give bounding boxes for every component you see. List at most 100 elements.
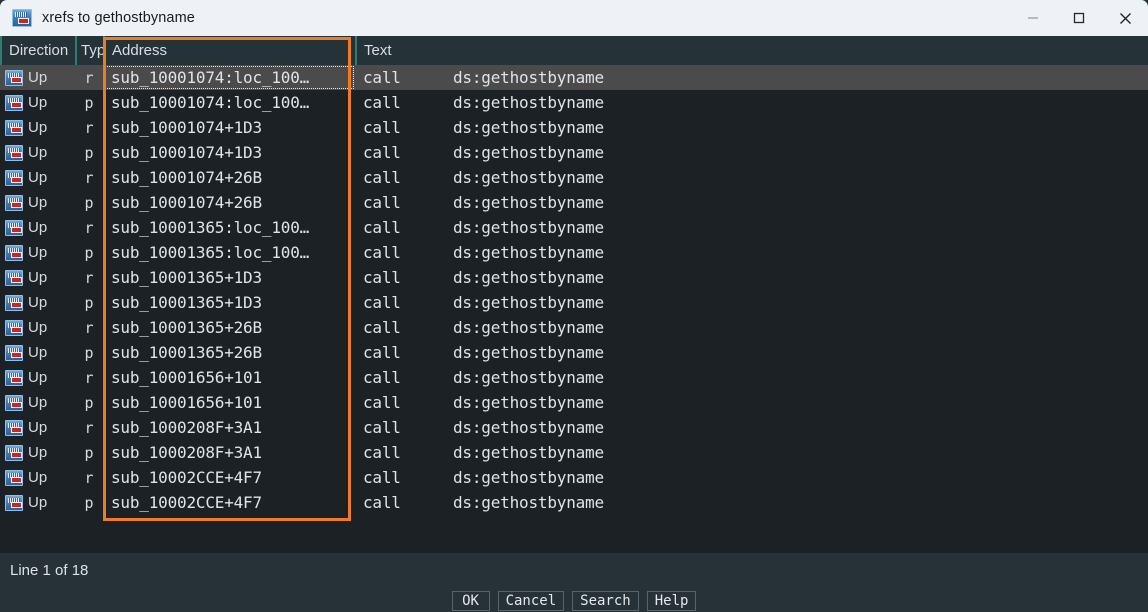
instruction-operand: ds:gethostbyname xyxy=(453,143,604,162)
xref-icon xyxy=(0,415,28,440)
table-row[interactable]: Up p sub_10001365+1D3 call ds:gethostbyname xyxy=(0,290,1148,315)
cancel-button[interactable]: Cancel xyxy=(497,591,565,611)
cell-address[interactable]: sub_10001074+26B xyxy=(103,165,355,190)
xref-icon xyxy=(0,190,28,215)
xref-icon xyxy=(0,215,28,240)
cell-text: call ds:gethostbyname xyxy=(355,190,1148,215)
table-row[interactable]: Up r sub_10001074:loc_100… call ds:gethostby… xyxy=(0,65,1148,90)
xref-icon xyxy=(0,65,28,90)
instruction-mnemonic: call xyxy=(363,68,401,87)
instruction-operand: ds:gethostbyname xyxy=(453,68,604,87)
cell-direction: Up xyxy=(28,469,48,486)
table-row[interactable]: Up r sub_10001365:loc_100… call ds:gethostby… xyxy=(0,215,1148,240)
instruction-operand: ds:gethostbyname xyxy=(453,443,604,462)
column-header-direction[interactable]: Direction xyxy=(0,36,75,65)
table-row[interactable]: Up p sub_10002CCE+4F7 call ds:gethostbyname xyxy=(0,490,1148,515)
table-row[interactable]: Up r sub_10002CCE+4F7 call ds:gethostbyname xyxy=(0,465,1148,490)
instruction-operand: ds:gethostbyname xyxy=(453,468,604,487)
cell-text: call ds:gethostbyname xyxy=(355,415,1148,440)
cell-address[interactable]: sub_10001074:loc_100… xyxy=(103,65,355,90)
search-button[interactable]: Search xyxy=(572,591,639,611)
instruction-operand: ds:gethostbyname xyxy=(453,293,604,312)
table-row[interactable]: Up p sub_10001365:loc_100… call ds:gethostby… xyxy=(0,240,1148,265)
xref-icon xyxy=(0,140,28,165)
close-button[interactable] xyxy=(1102,0,1148,36)
cell-text: call ds:gethostbyname xyxy=(355,365,1148,390)
cell-address[interactable]: sub_10002CCE+4F7 xyxy=(103,465,355,490)
cell-type: p xyxy=(84,443,94,462)
table-row[interactable]: Up p sub_10001365+26B call ds:gethostbyname xyxy=(0,340,1148,365)
instruction-mnemonic: call xyxy=(363,318,401,337)
ok-button[interactable]: OK xyxy=(451,591,490,611)
cell-direction: Up xyxy=(28,244,48,261)
minimize-icon xyxy=(1028,17,1038,19)
cell-address[interactable]: sub_10001074:loc_100… xyxy=(103,90,355,115)
column-header-address[interactable]: Address xyxy=(103,36,355,65)
instruction-operand: ds:gethostbyname xyxy=(453,193,604,212)
table-row[interactable]: Up r sub_1000208F+3A1 call ds:gethostbyname xyxy=(0,415,1148,440)
cell-direction: Up xyxy=(28,344,48,361)
table-row[interactable]: Up p sub_10001074:loc_100… call ds:gethostby… xyxy=(0,90,1148,115)
cell-address[interactable]: sub_10001074+26B xyxy=(103,190,355,215)
xref-icon xyxy=(0,115,28,140)
column-header-type[interactable]: Typ xyxy=(75,36,103,65)
column-header-text[interactable]: Text xyxy=(355,36,1148,65)
xref-icon xyxy=(0,315,28,340)
table-row[interactable]: Up r sub_10001074+1D3 call ds:gethostbyname xyxy=(0,115,1148,140)
cell-address[interactable]: sub_10002CCE+4F7 xyxy=(103,490,355,515)
maximize-icon xyxy=(1073,12,1085,24)
cell-address[interactable]: sub_1000208F+3A1 xyxy=(103,440,355,465)
cell-address[interactable]: sub_10001365:loc_100… xyxy=(103,240,355,265)
table-row[interactable]: Up p sub_10001656+101 call ds:gethostbyname xyxy=(0,390,1148,415)
cell-address[interactable]: sub_10001365+1D3 xyxy=(103,290,355,315)
cell-type: p xyxy=(84,343,94,362)
cell-text: call ds:gethostbyname xyxy=(355,65,1148,90)
table-row[interactable]: Up p sub_10001074+1D3 call ds:gethostbyname xyxy=(0,140,1148,165)
table-row[interactable]: Up p sub_10001074+26B call ds:gethostbyname xyxy=(0,190,1148,215)
instruction-operand: ds:gethostbyname xyxy=(453,93,604,112)
instruction-mnemonic: call xyxy=(363,168,401,187)
cell-address[interactable]: sub_10001365:loc_100… xyxy=(103,215,355,240)
cell-address[interactable]: sub_10001365+26B xyxy=(103,340,355,365)
cell-address[interactable]: sub_10001365+26B xyxy=(103,315,355,340)
instruction-mnemonic: call xyxy=(363,343,401,362)
cell-direction: Up xyxy=(28,144,48,161)
cell-address[interactable]: sub_10001074+1D3 xyxy=(103,140,355,165)
cell-type: r xyxy=(84,118,94,137)
table-row[interactable]: Up r sub_10001656+101 call ds:gethostbyname xyxy=(0,365,1148,390)
cell-address[interactable]: sub_1000208F+3A1 xyxy=(103,415,355,440)
cell-text: call ds:gethostbyname xyxy=(355,290,1148,315)
instruction-mnemonic: call xyxy=(363,93,401,112)
minimize-button[interactable] xyxy=(1010,0,1056,36)
table-row[interactable]: Up r sub_10001365+1D3 call ds:gethostbyname xyxy=(0,265,1148,290)
cell-direction: Up xyxy=(28,394,48,411)
instruction-operand: ds:gethostbyname xyxy=(453,343,604,362)
help-button[interactable]: Help xyxy=(646,591,697,611)
table-row[interactable]: Up r sub_10001365+26B call ds:gethostbyname xyxy=(0,315,1148,340)
instruction-mnemonic: call xyxy=(363,293,401,312)
cell-direction: Up xyxy=(28,94,48,111)
table-row[interactable]: Up r sub_10001074+26B call ds:gethostbyname xyxy=(0,165,1148,190)
cell-type: p xyxy=(84,193,94,212)
xref-list[interactable]: Up r sub_10001074:loc_100… call ds:gethostby… xyxy=(0,65,1148,553)
cell-address[interactable]: sub_10001656+101 xyxy=(103,390,355,415)
cell-address[interactable]: sub_10001365+1D3 xyxy=(103,265,355,290)
instruction-operand: ds:gethostbyname xyxy=(453,393,604,412)
cell-text: call ds:gethostbyname xyxy=(355,240,1148,265)
cell-type: p xyxy=(84,293,94,312)
cell-direction: Up xyxy=(28,169,48,186)
table-row[interactable]: Up p sub_1000208F+3A1 call ds:gethostbyname xyxy=(0,440,1148,465)
window-title: xrefs to gethostbyname xyxy=(42,10,195,26)
maximize-button[interactable] xyxy=(1056,0,1102,36)
instruction-mnemonic: call xyxy=(363,118,401,137)
cell-type: r xyxy=(84,218,94,237)
cell-address[interactable]: sub_10001074+1D3 xyxy=(103,115,355,140)
cell-direction: Up xyxy=(28,494,48,511)
instruction-mnemonic: call xyxy=(363,418,401,437)
cell-type: r xyxy=(84,368,94,387)
cell-address[interactable]: sub_10001656+101 xyxy=(103,365,355,390)
cell-type: p xyxy=(84,143,94,162)
instruction-mnemonic: call xyxy=(363,218,401,237)
instruction-mnemonic: call xyxy=(363,268,401,287)
cell-type: r xyxy=(84,68,94,87)
